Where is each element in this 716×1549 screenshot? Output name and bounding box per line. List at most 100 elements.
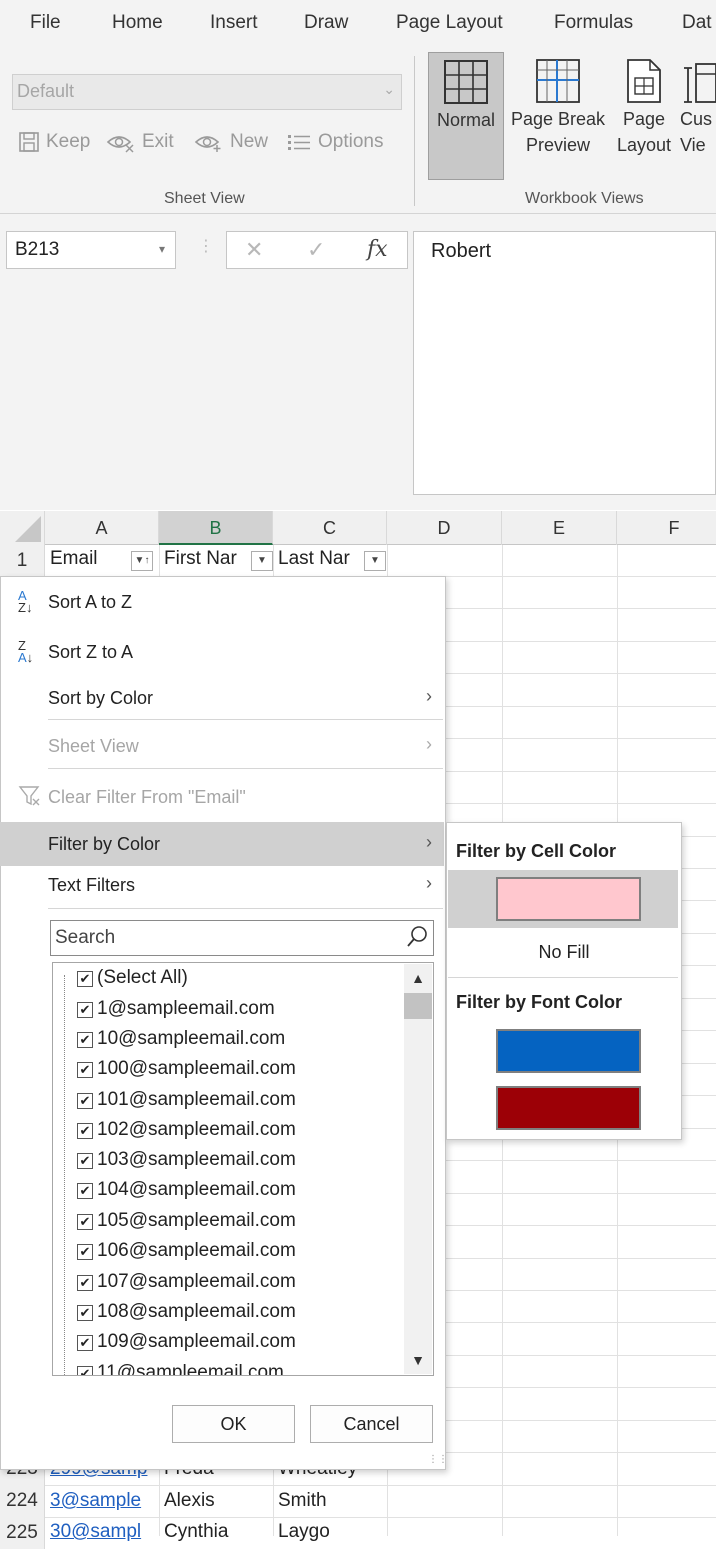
row-header[interactable]: 224 <box>0 1485 45 1517</box>
cell-first-name[interactable]: Alexis <box>164 1490 272 1512</box>
ok-button[interactable]: OK <box>172 1405 295 1443</box>
filter-dropdown-icon[interactable]: ▼ <box>251 551 273 571</box>
cell-email[interactable]: 3@sample <box>50 1490 158 1512</box>
options-button[interactable]: Options <box>286 131 383 153</box>
list-scrollbar[interactable] <box>404 964 432 1374</box>
page-layout-line1: Page <box>622 109 666 129</box>
checkbox-checked-icon[interactable]: ✔ <box>77 1305 93 1321</box>
list-item-label: 105@sampleemail.com <box>97 1210 296 1231</box>
cancel-entry-icon[interactable]: ✕ <box>245 237 263 263</box>
enter-entry-icon[interactable]: ✓ <box>307 237 325 263</box>
search-input[interactable]: Search <box>50 920 434 956</box>
sort-z-to-a-item[interactable]: Z A↓ Sort Z to A <box>0 630 444 674</box>
clear-filter-item: Clear Filter From "Email" <box>0 775 444 819</box>
cell-a1[interactable]: Email <box>50 548 130 570</box>
chevron-down-icon[interactable]: ▾ <box>159 242 165 256</box>
tab-file[interactable]: File <box>30 12 61 34</box>
cell-last-name[interactable]: Smith <box>278 1490 386 1512</box>
cell-email[interactable]: 30@sampl <box>50 1521 158 1543</box>
new-button[interactable]: New <box>194 131 268 153</box>
keep-label: Keep <box>46 131 91 152</box>
clear-filter-label: Clear Filter From "Email" <box>48 787 246 807</box>
font-color-heading: Filter by Font Color <box>456 992 622 1012</box>
ribbon-tab-bar: File Home Insert Draw Page Layout Formul… <box>0 0 716 48</box>
checkbox-checked-icon[interactable]: ✔ <box>77 1153 93 1169</box>
checkbox-checked-icon[interactable]: ✔ <box>77 1123 93 1139</box>
exit-label: Exit <box>142 131 174 152</box>
column-header-a[interactable]: A <box>45 511 159 545</box>
checkbox-checked-icon[interactable]: ✔ <box>77 1002 93 1018</box>
keep-button[interactable]: Keep <box>18 131 90 153</box>
gridline <box>45 1517 716 1518</box>
checkbox-checked-icon[interactable]: ✔ <box>77 1335 93 1351</box>
cell-last-name[interactable]: Laygo <box>278 1521 386 1543</box>
sort-descending-icon: Z A↓ <box>18 638 34 665</box>
text-filters-item[interactable]: Text Filters › <box>0 863 444 907</box>
filter-sorted-icon[interactable]: ▼↑ <box>131 551 153 571</box>
resize-handle-icon[interactable]: ⋮ <box>198 236 214 256</box>
filter-by-color-item[interactable]: Filter by Color › <box>0 822 444 866</box>
checkbox-checked-icon[interactable]: ✔ <box>77 1062 93 1078</box>
tab-home[interactable]: Home <box>112 12 163 34</box>
list-item-label: 107@sampleemail.com <box>97 1271 296 1292</box>
column-header-e[interactable]: E <box>502 511 617 545</box>
checkbox-checked-icon[interactable]: ✔ <box>77 1093 93 1109</box>
font-color-swatch-blue[interactable] <box>496 1029 641 1073</box>
group-separator <box>414 56 415 206</box>
page-break-icon <box>536 59 580 103</box>
list-item-label: 102@sampleemail.com <box>97 1119 296 1140</box>
cell-b1[interactable]: First Nar <box>164 548 252 570</box>
name-box[interactable]: B213 ▾ <box>6 231 176 269</box>
column-header-c[interactable]: C <box>273 511 387 545</box>
cell-first-name[interactable]: Cynthia <box>164 1521 272 1543</box>
checkbox-checked-icon[interactable]: ✔ <box>77 1183 93 1199</box>
cell-c1[interactable]: Last Nar <box>278 548 364 570</box>
sort-a-to-z-item[interactable]: A Z↓ Sort A to Z <box>0 580 444 624</box>
workbook-views-group-label: Workbook Views <box>525 190 644 207</box>
row-header[interactable]: 225 <box>0 1517 45 1549</box>
list-item-label: 101@sampleemail.com <box>97 1089 296 1110</box>
sheet-view-select[interactable]: Default ⌄ <box>12 74 402 110</box>
column-header-f[interactable]: F <box>617 511 716 545</box>
normal-view-button[interactable]: Normal <box>428 52 504 180</box>
list-options-icon <box>288 135 310 150</box>
tab-insert[interactable]: Insert <box>210 12 258 34</box>
tab-draw[interactable]: Draw <box>304 12 348 34</box>
font-color-swatch-red[interactable] <box>496 1086 641 1130</box>
row-header[interactable]: 1 <box>0 545 45 576</box>
exit-button[interactable]: Exit <box>106 131 174 153</box>
resize-grip-icon[interactable]: ⋮⋮ <box>428 1454 448 1465</box>
filter-dropdown-icon[interactable]: ▼ <box>364 551 386 571</box>
formula-buttons: ✕ ✓ fx <box>226 231 408 269</box>
tab-page-layout[interactable]: Page Layout <box>396 12 503 34</box>
column-header-d[interactable]: D <box>387 511 502 545</box>
no-fill-item[interactable]: No Fill <box>446 942 682 963</box>
custom-views-button[interactable]: Cus Vie <box>680 52 716 158</box>
custom-views-line1: Cus <box>680 109 713 129</box>
insert-function-icon[interactable]: fx <box>367 237 388 262</box>
formula-input[interactable]: Robert <box>413 231 716 495</box>
checkbox-checked-icon[interactable]: ✔ <box>77 1032 93 1048</box>
scroll-up-icon[interactable]: ▲ <box>404 964 432 992</box>
eye-exit-icon <box>106 136 134 153</box>
save-icon <box>19 132 39 152</box>
checkbox-checked-icon[interactable]: ✔ <box>77 1244 93 1260</box>
checkbox-checked-icon[interactable]: ✔ <box>77 971 93 987</box>
tab-data[interactable]: Dat <box>682 12 712 34</box>
cell-color-swatch[interactable] <box>496 877 641 921</box>
page-break-preview-button[interactable]: Page Break Preview <box>508 52 608 158</box>
sort-by-color-item[interactable]: Sort by Color › <box>0 676 444 720</box>
scrollbar-thumb[interactable] <box>404 993 432 1019</box>
cancel-button[interactable]: Cancel <box>310 1405 433 1443</box>
checkbox-checked-icon[interactable]: ✔ <box>77 1275 93 1291</box>
select-all-corner[interactable] <box>0 511 45 545</box>
page-layout-view-button[interactable]: Page Layout <box>612 52 676 158</box>
tab-formulas[interactable]: Formulas <box>554 12 633 34</box>
column-header-b[interactable]: B <box>159 511 273 545</box>
sort-z-to-a-label: Sort Z to A <box>48 642 134 662</box>
page-icon <box>627 59 661 103</box>
checkbox-checked-icon[interactable]: ✔ <box>77 1366 93 1375</box>
sort-by-color-label: Sort by Color <box>48 688 154 708</box>
checkbox-checked-icon[interactable]: ✔ <box>77 1214 93 1230</box>
scroll-down-icon[interactable]: ▼ <box>404 1346 432 1374</box>
